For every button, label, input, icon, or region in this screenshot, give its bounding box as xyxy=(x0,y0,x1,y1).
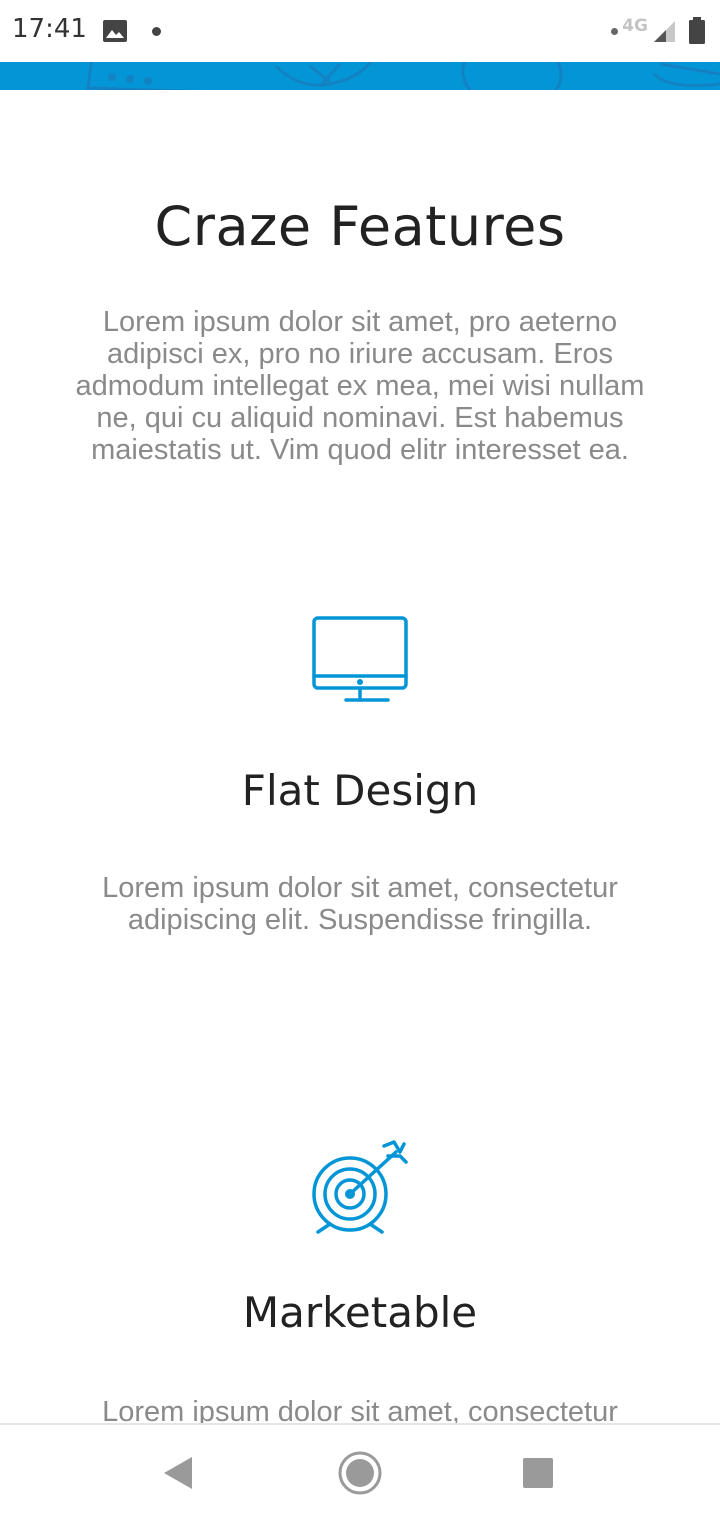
feature-title: Marketable xyxy=(242,1288,478,1337)
network-type-label: 4G xyxy=(622,16,648,36)
status-time: 17:41 xyxy=(12,14,87,44)
battery-icon xyxy=(689,17,705,44)
features-section[interactable]: Craze Features Lorem ipsum dolor sit ame… xyxy=(0,90,720,1423)
target-arrow-icon xyxy=(312,1140,408,1234)
header-banner-strip xyxy=(0,62,720,90)
recents-icon[interactable] xyxy=(514,1449,562,1497)
feature-description: Lorem ipsum dolor sit amet, consectetur … xyxy=(102,872,618,936)
cell-signal-icon xyxy=(654,21,675,42)
desktop-monitor-icon xyxy=(312,616,408,702)
home-icon[interactable] xyxy=(336,1449,384,1497)
navigation-bar xyxy=(0,1423,720,1520)
signal-dot xyxy=(611,27,619,35)
notification-dot xyxy=(152,27,161,36)
back-icon[interactable] xyxy=(154,1449,202,1497)
status-indicators: 4G xyxy=(611,14,706,48)
section-title: Craze Features xyxy=(154,195,566,258)
status-bar: 17:41 4G xyxy=(0,0,720,62)
section-description: Lorem ipsum dolor sit amet, pro aeterno … xyxy=(75,306,645,466)
feature-description: Lorem ipsum dolor sit amet, consectetur xyxy=(102,1396,618,1423)
gallery-icon xyxy=(103,20,127,42)
feature-title: Flat Design xyxy=(241,766,479,815)
banner-pattern-doodle xyxy=(86,62,720,90)
